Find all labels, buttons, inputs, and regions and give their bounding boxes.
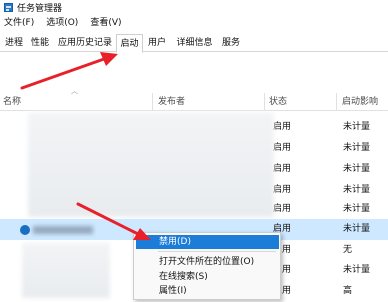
tab-processes[interactable]: 进程 — [2, 34, 26, 52]
sort-chevron-up-icon[interactable]: ︿ — [71, 88, 78, 95]
row-status: 启用 — [273, 204, 292, 214]
row-impact: 未计量 — [343, 224, 371, 234]
column-separator[interactable] — [152, 93, 153, 111]
redacted-app-name — [33, 226, 93, 234]
column-separator[interactable] — [264, 93, 265, 111]
context-menu: 禁用(D) 打开文件所在的位置(O) 在线搜索(S) 属性(I) — [133, 232, 281, 300]
column-header-name[interactable]: 名称 — [3, 95, 21, 109]
tab-services[interactable]: 服务 — [219, 34, 243, 52]
row-impact: 未计量 — [343, 185, 371, 195]
header-divider — [0, 110, 388, 111]
row-status: 启用 — [273, 143, 292, 153]
menu-bar: 文件(F) 选项(O) 查看(V) — [0, 16, 128, 30]
tab-users[interactable]: 用户 — [145, 34, 169, 52]
title-bar: 任务管理器 — [0, 0, 388, 14]
column-header-impact[interactable]: 启动影响 — [342, 95, 378, 109]
row-impact: 未计量 — [343, 265, 371, 275]
menu-view[interactable]: 查看(V) — [84, 16, 127, 30]
task-manager-icon — [4, 2, 13, 12]
column-separator[interactable] — [336, 93, 337, 111]
tab-startup[interactable]: 启动 — [116, 34, 143, 53]
tab-performance[interactable]: 性能 — [28, 34, 52, 52]
menu-separator — [158, 251, 276, 252]
row-status: 启用 — [273, 164, 292, 174]
row-impact: 高 — [343, 286, 353, 296]
menu-file[interactable]: 文件(F) — [0, 16, 40, 30]
context-menu-search-online[interactable]: 在线搜索(S) — [134, 270, 280, 284]
column-header-status[interactable]: 状态 — [269, 95, 287, 109]
context-menu-open-location[interactable]: 打开文件所在的位置(O) — [134, 255, 280, 269]
column-header-publisher[interactable]: 发布者 — [158, 95, 185, 109]
context-menu-properties[interactable]: 属性(I) — [134, 284, 280, 298]
app-icon — [20, 225, 30, 235]
window-title: 任务管理器 — [17, 3, 63, 14]
tab-details[interactable]: 详细信息 — [172, 34, 217, 52]
arrow-to-startup-tab — [20, 52, 118, 90]
tab-app-history[interactable]: 应用历史记录 — [55, 34, 115, 52]
menu-options[interactable]: 选项(O) — [40, 16, 84, 30]
row-impact: 未计量 — [343, 143, 371, 153]
row-impact: 未计量 — [343, 204, 371, 214]
context-menu-disable[interactable]: 禁用(D) — [136, 235, 279, 249]
redacted-region — [28, 113, 274, 217]
row-status: 启用 — [273, 122, 292, 132]
row-status: 启用 — [273, 185, 292, 195]
row-impact: 未计量 — [343, 122, 371, 132]
row-impact: 未计量 — [343, 164, 371, 174]
row-impact: 无 — [343, 245, 353, 255]
tab-bar: 进程 性能 应用历史记录 启动 用户 详细信息 服务 — [0, 34, 388, 53]
redacted-region — [22, 243, 110, 298]
